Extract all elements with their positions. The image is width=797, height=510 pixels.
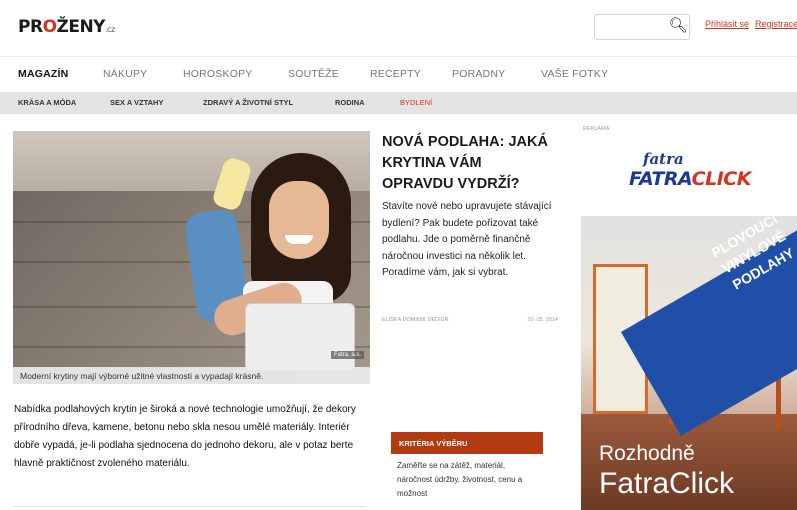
main-navigation: MAGAZÍN NÁKUPY HOROSKOPY SOUTĚŽE RECEPTY…: [0, 56, 797, 92]
nav-item-nakupy[interactable]: NÁKUPY: [103, 68, 147, 80]
site-header: PROŽENY.cz 🔍︎ Přihlásit se Registrace: [0, 0, 797, 56]
nav-item-magazin[interactable]: MAGAZÍN: [18, 68, 68, 80]
site-logo[interactable]: PROŽENY.cz: [18, 17, 115, 37]
article-body: Nabídka podlahových krytin je široká a n…: [14, 404, 356, 469]
account-links: Přihlásit se Registrace: [705, 19, 797, 29]
criteria-box: KRITÉRIA VÝBĚRU Zaměřte se na zátěž, mat…: [391, 432, 543, 510]
subnav-item-krasa[interactable]: KRÁSA A MÓDA: [18, 98, 76, 107]
article-headline[interactable]: NOVÁ PODLAHA: JAKÁ KRYTINA VÁM OPRAVDU V…: [382, 132, 557, 195]
ad-line1: Rozhodně: [599, 442, 695, 465]
article-date: 20. 05. 2014: [527, 317, 558, 323]
ad-headline: Rozhodně FatraClick: [599, 442, 734, 502]
image-caption: Moderní krytiny mají výborné užitné vlas…: [13, 367, 370, 384]
subnav-item-bydleni[interactable]: BYDLENÍ: [400, 98, 432, 107]
ad-brand-part: CLICK: [691, 168, 752, 190]
image-credit: Fatra, a.s.: [331, 351, 365, 359]
search-icon[interactable]: 🔍︎: [667, 15, 689, 37]
article-byline: ELIŠKA DOMINIK DEDIŮR 20. 05. 2014: [382, 317, 558, 323]
image-laptop: [245, 303, 355, 371]
sub-navigation: KRÁSA A MÓDA SEX A VZTAHY ZDRAVÝ A ŽIVOT…: [0, 92, 797, 114]
subnav-item-sex[interactable]: SEX A VZTAHY: [110, 98, 163, 107]
criteria-title: KRITÉRIA VÝBĚRU: [391, 432, 543, 454]
ad-brand-small: fatra: [643, 150, 684, 168]
article-author[interactable]: ELIŠKA DOMINIK DEDIŮR: [382, 317, 449, 323]
divider: [14, 506, 366, 507]
article-perex: Stavíte nové nebo upravujete stávající b…: [382, 201, 552, 278]
advertisement-banner[interactable]: fatra FATRACLICK PLOVOUCÍ VINYLOVÉ PODLA…: [581, 134, 797, 510]
subnav-item-rodina[interactable]: RODINA: [335, 98, 365, 107]
subnav-item-zdravy[interactable]: ZDRAVÝ A ŽIVOTNÍ STYL: [203, 98, 293, 107]
nav-item-souteze[interactable]: SOUTĚŽE: [288, 68, 339, 80]
image-woman-face: [269, 181, 329, 259]
nav-item-recepty[interactable]: RECEPTY: [370, 68, 421, 80]
ad-brand-part: FATRA: [629, 168, 692, 190]
nav-item-vase-fotky[interactable]: VAŠE FOTKY: [541, 68, 608, 80]
nav-item-horoskopy[interactable]: HOROSKOPY: [183, 68, 252, 80]
login-link[interactable]: Přihlásit se: [705, 19, 749, 29]
article-image[interactable]: Fatra, a.s.: [13, 131, 370, 384]
criteria-text: Zaměřte se na zátěž, materiál, náročnost…: [397, 461, 523, 498]
ad-line2: FatraClick: [599, 467, 735, 500]
nav-item-poradny[interactable]: PORADNY: [452, 68, 505, 80]
ad-label: REKLAMA: [583, 126, 610, 132]
ad-brand-logo: FATRACLICK: [629, 168, 751, 190]
register-link[interactable]: Registrace: [755, 19, 797, 29]
